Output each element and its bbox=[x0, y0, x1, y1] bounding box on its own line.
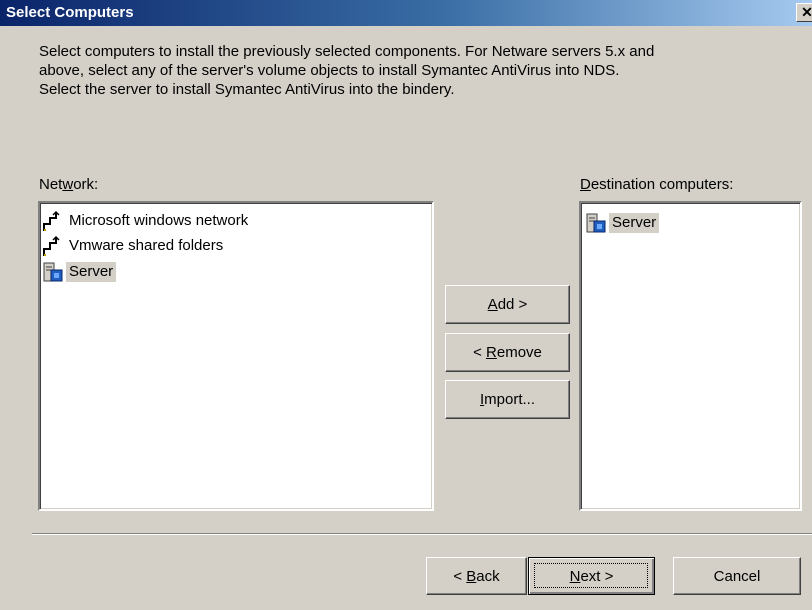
tree-item-vmware-shared-folders[interactable]: Vmware shared folders bbox=[42, 235, 226, 257]
remove-button-label: < Remove bbox=[473, 344, 542, 361]
destination-item-server[interactable]: Server bbox=[585, 212, 660, 234]
dialog-title: Select Computers bbox=[6, 4, 134, 21]
separator-highlight bbox=[32, 534, 812, 535]
tree-item-label: Vmware shared folders bbox=[69, 237, 224, 254]
network-tree[interactable]: Microsoft windows network Vmware shared … bbox=[38, 201, 434, 511]
server-icon bbox=[43, 262, 63, 282]
instructions-text: Select computers to install the previous… bbox=[39, 42, 804, 99]
server-icon bbox=[586, 213, 606, 233]
back-button[interactable]: < Back bbox=[426, 557, 527, 595]
cancel-button[interactable]: Cancel bbox=[673, 557, 801, 595]
focus-rectangle bbox=[534, 563, 648, 588]
close-icon: ✕ bbox=[801, 4, 812, 20]
network-icon bbox=[43, 235, 60, 256]
network-icon bbox=[43, 210, 60, 231]
instructions-line-2: above, select any of the server's volume… bbox=[39, 62, 620, 79]
import-button-label: Import... bbox=[479, 391, 536, 408]
destination-label: Destination computers: bbox=[580, 176, 734, 193]
tree-item-label: Microsoft windows network bbox=[69, 212, 249, 229]
title-bar: Select Computers ✕ bbox=[0, 0, 812, 26]
tree-item-label: Server bbox=[66, 262, 117, 282]
back-button-label: < Back bbox=[453, 567, 500, 585]
remove-button[interactable]: < Remove bbox=[445, 333, 570, 372]
next-button[interactable]: Next > bbox=[528, 557, 655, 595]
add-button-label: Add > bbox=[487, 296, 528, 313]
import-button[interactable]: Import... bbox=[445, 380, 570, 419]
destination-item-label: Server bbox=[609, 213, 660, 233]
network-label: Network: bbox=[39, 176, 99, 193]
destination-list[interactable]: Server bbox=[579, 201, 802, 511]
instructions-line-1: Select computers to install the previous… bbox=[39, 43, 655, 60]
tree-item-microsoft-network[interactable]: Microsoft windows network bbox=[42, 210, 251, 232]
instructions-line-3: Select the server to install Symantec An… bbox=[39, 81, 455, 98]
add-button[interactable]: Add > bbox=[445, 285, 570, 324]
tree-item-server[interactable]: Server bbox=[42, 261, 117, 283]
cancel-button-label: Cancel bbox=[713, 567, 761, 585]
close-button[interactable]: ✕ bbox=[796, 3, 812, 22]
